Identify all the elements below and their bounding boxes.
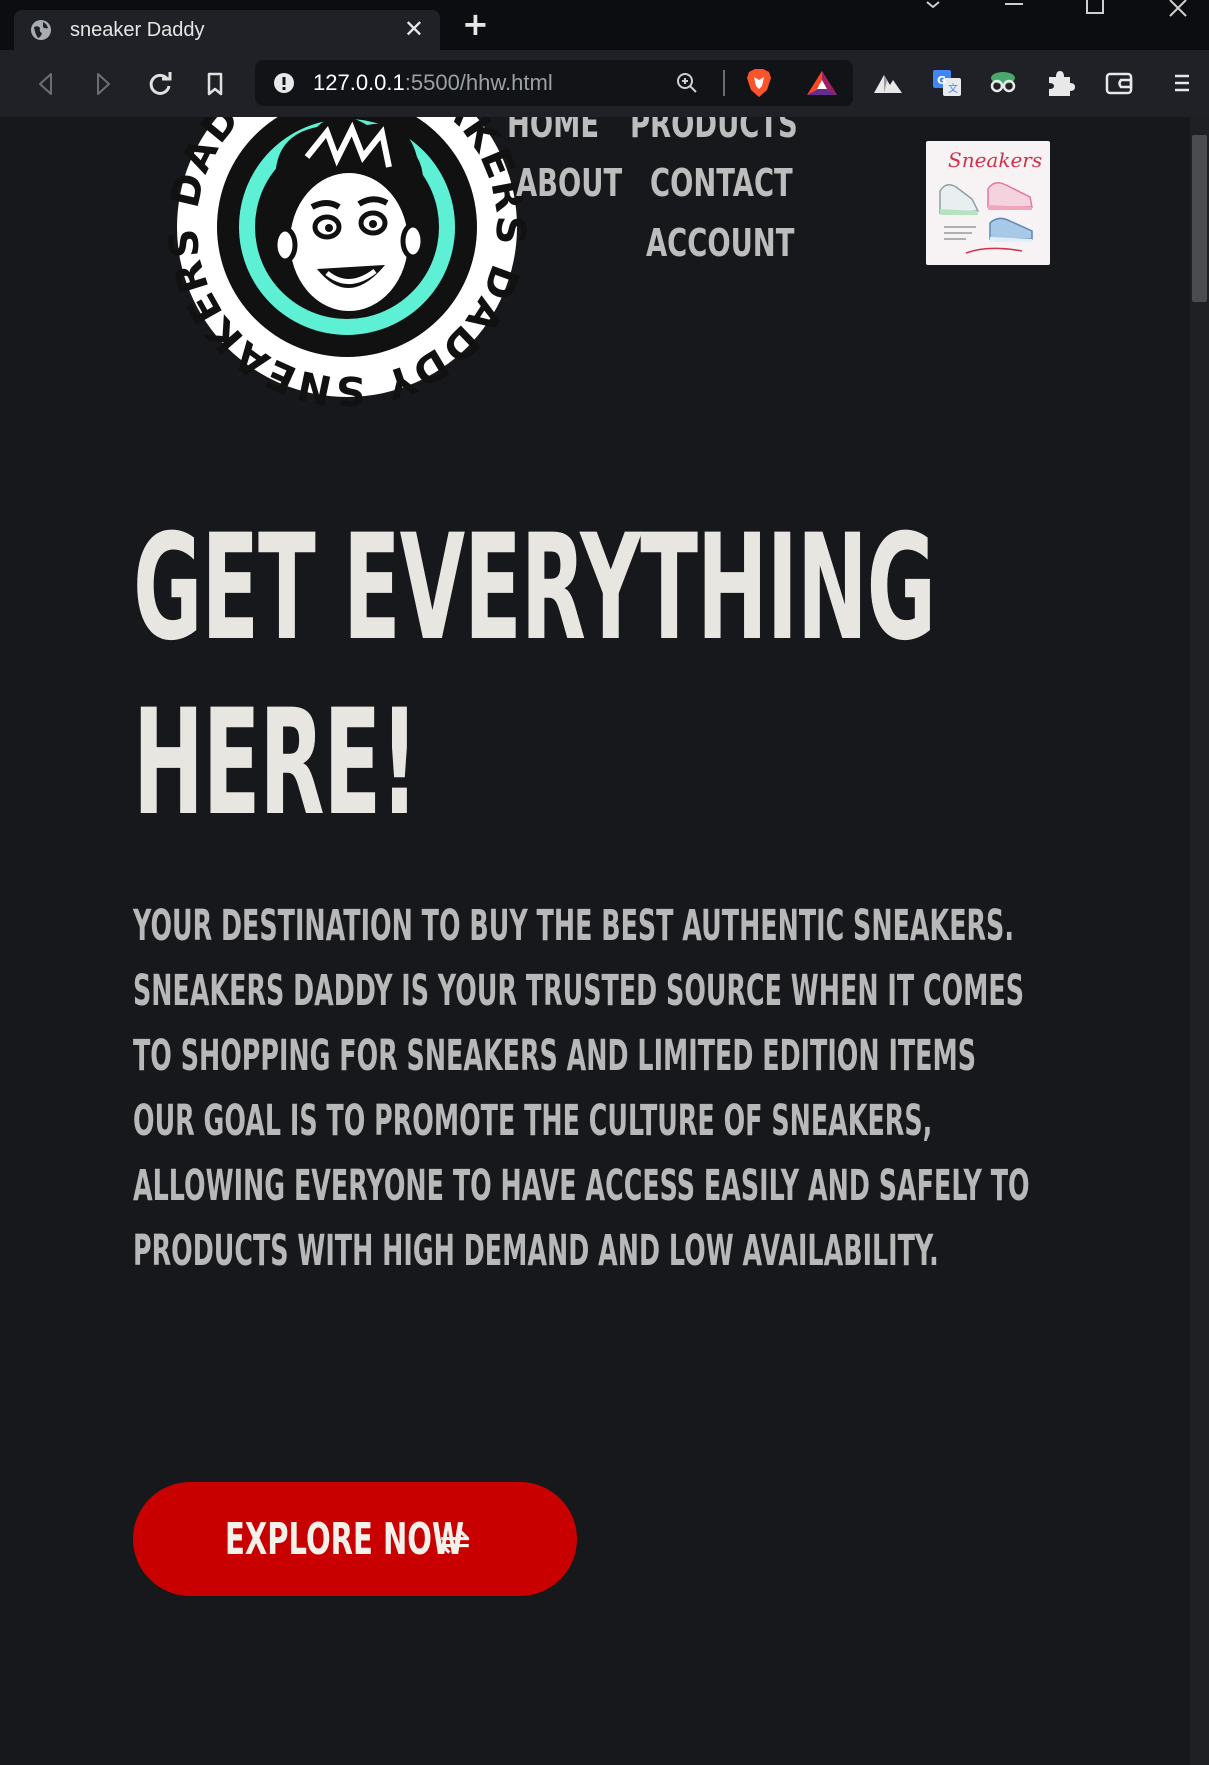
bookmark-icon[interactable] <box>200 69 230 99</box>
hero-title-line-1: GET EVERYTHING <box>133 503 936 673</box>
new-tab-icon[interactable]: + <box>462 8 489 40</box>
zoom-icon[interactable] <box>675 71 699 95</box>
page-viewport: SNEAKERS DADDY SNEAKERS DADDY HOME PRODU… <box>7 117 1190 1765</box>
svg-text:G: G <box>937 74 946 87</box>
brave-rewards-icon[interactable] <box>805 69 839 97</box>
site-info-icon[interactable] <box>273 72 295 94</box>
address-bar[interactable]: 127.0.0.1:5500/hhw.html <box>255 60 853 106</box>
extensions-puzzle-icon[interactable] <box>1044 67 1076 99</box>
extension-mountain-icon[interactable] <box>872 67 904 99</box>
sneakers-illustration: Sneakers <box>939 148 1042 254</box>
close-tab-icon[interactable]: ✕ <box>404 17 424 41</box>
tab-title: sneaker Daddy <box>70 19 205 41</box>
nav-products-link[interactable]: PRODUCTS <box>630 117 798 143</box>
url-host: 127.0.0.1 <box>313 70 405 95</box>
maximize-icon[interactable] <box>1085 0 1105 16</box>
hero-title-line-2: HERE! <box>133 678 419 848</box>
cart-thumbnail[interactable]: Sneakers <box>926 141 1050 265</box>
url-path: :5500/hhw.html <box>404 70 553 95</box>
explore-now-button[interactable]: EXPLORE NOW ⇌ <box>133 1482 577 1596</box>
tab-search-icon[interactable] <box>925 0 941 10</box>
hero-paragraph-line-6: PRODUCTS WITH HIGH DEMAND AND LOW AVAILA… <box>133 1226 939 1276</box>
brave-shields-icon[interactable] <box>745 68 773 98</box>
nav-home-link[interactable]: HOME <box>507 117 599 143</box>
hero-paragraph-line-5: ALLOWING EVERYONE TO HAVE ACCESS EASILY … <box>133 1161 1030 1211</box>
menu-icon[interactable] <box>1166 67 1198 99</box>
browser-tab-bar: sneaker Daddy ✕ + <box>0 0 1209 50</box>
hero-paragraph-line-2: SNEAKERS DADDY IS YOUR TRUSTED SOURCE WH… <box>133 966 1025 1016</box>
swap-arrows-icon: ⇌ <box>439 1519 471 1563</box>
sneakers-label: Sneakers <box>948 148 1042 172</box>
wallet-icon[interactable] <box>1103 67 1135 99</box>
url-text: 127.0.0.1:5500/hhw.html <box>313 70 553 96</box>
url-separator <box>723 70 725 96</box>
minimize-icon[interactable] <box>1004 0 1024 10</box>
hero-paragraph-line-3: TO SHOPPING FOR SNEAKERS AND LIMITED EDI… <box>133 1031 977 1081</box>
nav-about-link[interactable]: ABOUT <box>516 164 622 202</box>
nav-contact-link[interactable]: CONTACT <box>650 164 793 202</box>
google-translate-icon[interactable]: G 文 <box>931 67 963 99</box>
globe-icon <box>31 20 51 40</box>
explore-now-label: EXPLORE NOW <box>225 1514 465 1565</box>
nav-account-link[interactable]: ACCOUNT <box>646 224 794 262</box>
hero-paragraph-line-4: OUR GOAL IS TO PROMOTE THE CULTURE OF SN… <box>133 1096 933 1146</box>
sneakers-daddy-logo[interactable]: SNEAKERS DADDY SNEAKERS DADDY <box>167 117 527 407</box>
browser-toolbar: 127.0.0.1:5500/hhw.html G 文 <box>0 50 1209 117</box>
close-window-icon[interactable] <box>1168 0 1188 18</box>
reload-icon[interactable] <box>145 69 175 99</box>
svg-text:文: 文 <box>948 82 958 95</box>
page-scrollbar-track[interactable] <box>1190 117 1209 1765</box>
page-scrollbar-thumb[interactable] <box>1192 135 1207 302</box>
spy-extension-icon[interactable] <box>987 67 1019 99</box>
forward-icon[interactable] <box>88 69 118 99</box>
browser-tab[interactable]: sneaker Daddy ✕ <box>14 10 440 50</box>
back-icon[interactable] <box>31 69 61 99</box>
hero-paragraph-line-1: YOUR DESTINATION TO BUY THE BEST AUTHENT… <box>133 901 1014 951</box>
